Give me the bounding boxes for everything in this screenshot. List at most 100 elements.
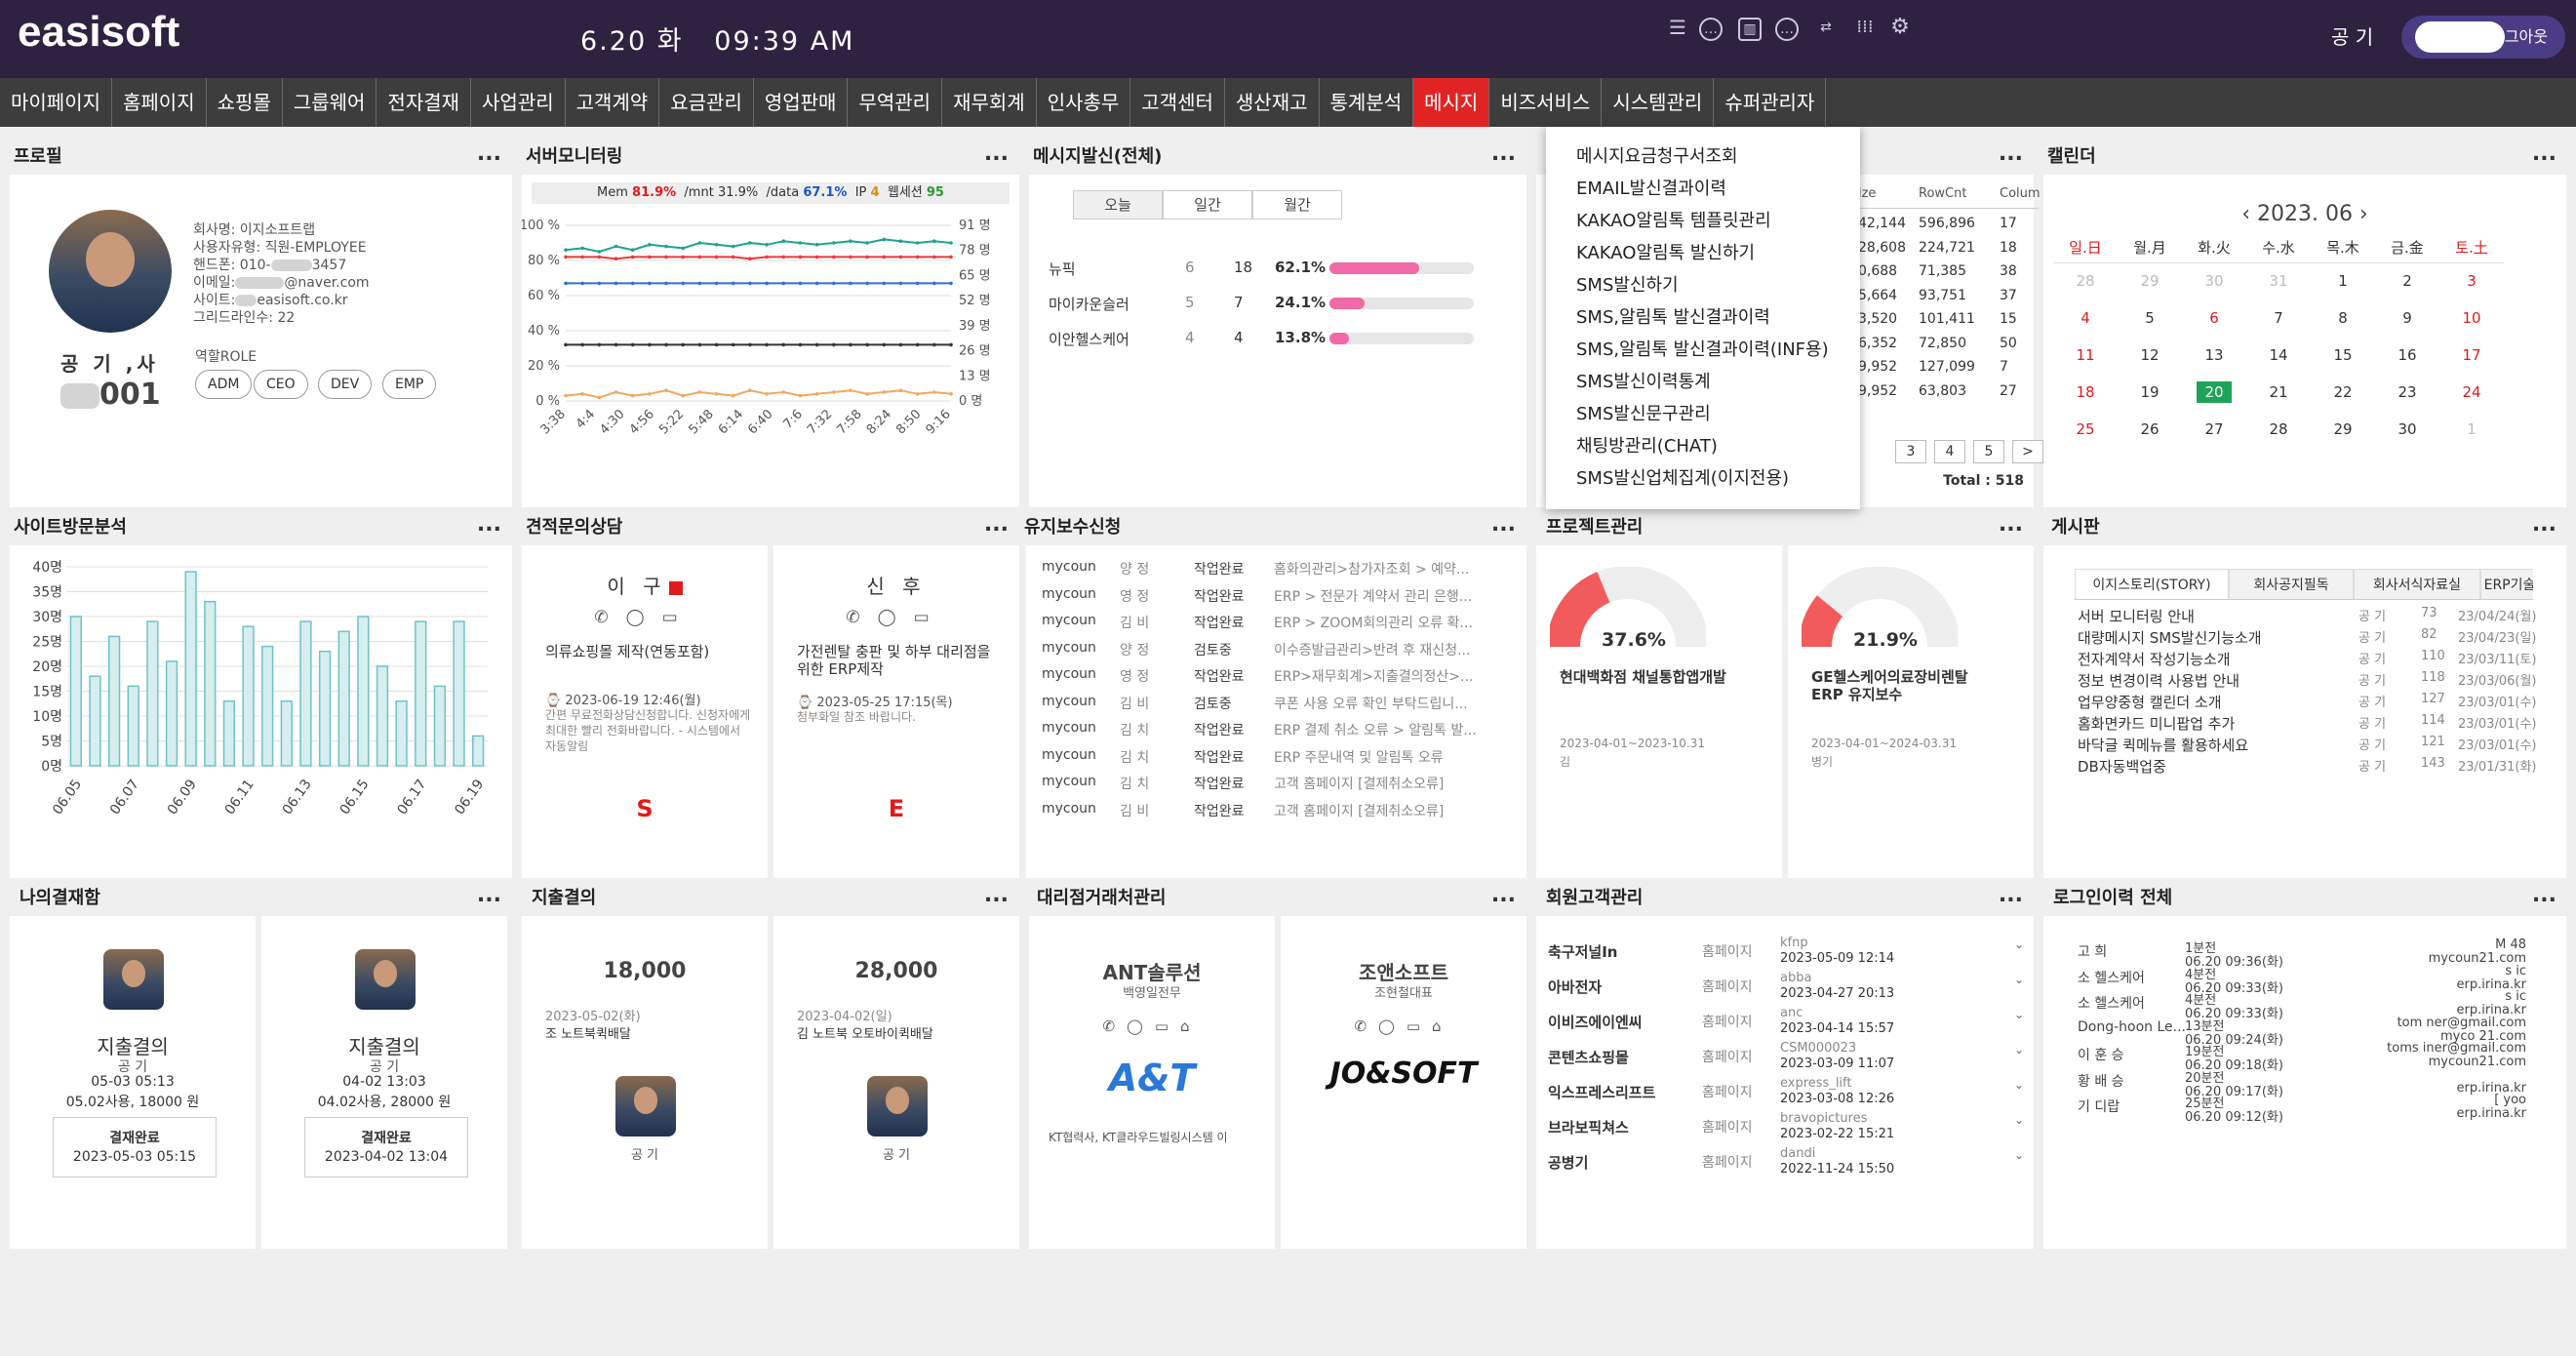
calendar-day[interactable]: 7 [2246, 299, 2311, 337]
calendar-day[interactable]: 11 [2053, 337, 2118, 374]
more-icon[interactable]: ... [477, 140, 501, 175]
member-row[interactable]: 공병기 홈페이지 dandi 2022-11-24 15:50 ⌄ [1548, 1146, 2026, 1181]
login-row[interactable]: 고 희 1분전 06.20 09:36(화) M 48 mycoun21.com [2078, 937, 2546, 970]
nav-item[interactable]: 마이페이지 [0, 78, 112, 127]
calendar-day[interactable]: 24 [2439, 374, 2504, 411]
dropdown-item[interactable]: 채팅방관리(CHAT) [1546, 430, 1860, 462]
dropdown-item[interactable]: SMS,알림톡 발신결과이력(INF용) [1546, 334, 1860, 366]
table-header[interactable]: RowCnt [1919, 186, 1966, 201]
member-row[interactable]: 아바전자 홈페이지 abba 2023-04-27 20:13 ⌄ [1548, 971, 2026, 1006]
calendar-day[interactable]: 31 [2246, 262, 2311, 299]
more-icon[interactable]: ... [1999, 881, 2023, 916]
chart-icon[interactable]: ▥ [1738, 18, 1762, 41]
more-icon[interactable]: ... [2532, 881, 2556, 916]
page-button[interactable]: 4 [1934, 440, 1965, 463]
contact-icons[interactable]: ✆◯▭ [773, 608, 1019, 627]
message-icon[interactable]: … [1775, 18, 1799, 41]
chevron-down-icon[interactable]: ⌄ [2014, 1148, 2024, 1162]
more-icon[interactable]: ... [1999, 140, 2023, 175]
nav-item[interactable]: 시스템관리 [1602, 78, 1715, 127]
calendar-day[interactable]: 30 [2182, 262, 2246, 299]
dropdown-item[interactable]: 메시지요금청구서조회 [1546, 140, 1860, 173]
more-icon[interactable]: ... [1491, 881, 1516, 916]
nav-item[interactable]: 홈페이지 [112, 78, 207, 127]
nav-item[interactable]: 사업관리 [471, 78, 566, 127]
project-card[interactable]: 37.6% 현대백화점 채널통합앱개발 2023-04-01~2023-10.31 김 [1536, 545, 1782, 878]
role-badge[interactable]: ADM [195, 370, 253, 399]
nav-item[interactable]: 쇼핑몰 [207, 78, 283, 127]
dropdown-item[interactable]: SMS,알림톡 발신결과이력 [1546, 301, 1860, 334]
transfer-icon[interactable]: ⇄ [1814, 18, 1838, 41]
board-tab[interactable]: 이지스토리(STORY) [2075, 569, 2229, 599]
expense-card[interactable]: 28,000 2023-04-02(일) 김 노트북 오토바이퀵배달 공 기 [773, 916, 1019, 1249]
nav-item[interactable]: 전자결재 [376, 78, 472, 127]
nav-item[interactable]: 비즈서비스 [1489, 78, 1603, 127]
agency-card[interactable]: 조앤소프트 조현철대표 ✆◯▭⌂ JO&SOFT [1281, 916, 1526, 1249]
approval-card[interactable]: 지출결의 공 기 05-03 05:13 05.02사용, 18000 원 결재완료 20… [10, 916, 256, 1249]
menu-icon[interactable]: ☰ [1666, 18, 1689, 41]
nav-item[interactable]: 영업판매 [754, 78, 849, 127]
member-row[interactable]: 브라보픽쳐스 홈페이지 bravopictures 2023-02-22 15:21 ⌄ [1548, 1111, 2026, 1146]
calendar-day[interactable]: 28 [2053, 262, 2118, 299]
more-icon[interactable]: ... [477, 510, 501, 545]
prev-month-icon[interactable]: ‹ [2241, 202, 2250, 226]
period-tab[interactable]: 일간 [1163, 190, 1252, 219]
calendar-day[interactable]: 27 [2182, 411, 2246, 448]
calendar-day[interactable]: 4 [2053, 299, 2118, 337]
more-icon[interactable]: ... [1491, 140, 1516, 175]
more-icon[interactable]: ... [984, 881, 1009, 916]
calendar-day[interactable]: 2 [2375, 262, 2439, 299]
more-icon[interactable]: ... [1999, 510, 2023, 545]
chevron-down-icon[interactable]: ⌄ [2014, 1043, 2024, 1057]
table-header[interactable]: ize [1858, 186, 1876, 201]
calendar-day[interactable]: 15 [2311, 337, 2375, 374]
nav-item[interactable]: 인사총무 [1037, 78, 1131, 127]
project-card[interactable]: 21.9% GE헬스케어의료장비렌탈 ERP 유지보수 2023-04-01~202… [1788, 545, 2034, 878]
dropdown-item[interactable]: KAKAO알림톡 발신하기 [1546, 237, 1860, 269]
more-icon[interactable]: ... [2532, 140, 2556, 175]
message-row[interactable]: 뉴픽 6 18 62.1% [1049, 259, 1526, 294]
nav-item[interactable]: 고객센터 [1130, 78, 1225, 127]
board-tab[interactable]: 회사공지필독 [2229, 569, 2354, 599]
calendar-day[interactable]: 3 [2439, 262, 2504, 299]
nav-item[interactable]: 통계분석 [1320, 78, 1414, 127]
calendar-day[interactable]: 14 [2246, 337, 2311, 374]
dropdown-item[interactable]: SMS발신하기 [1546, 269, 1860, 301]
calendar-day[interactable]: 20 [2182, 374, 2246, 411]
grid-icon[interactable]: ⁞⁞⁞ [1853, 18, 1877, 41]
chat-icon[interactable]: … [1699, 18, 1723, 41]
more-icon[interactable]: ... [2532, 510, 2556, 545]
nav-item[interactable]: 재무회계 [942, 78, 1037, 127]
gear-icon[interactable]: ⚙ [1888, 17, 1912, 41]
calendar-day[interactable]: 16 [2375, 337, 2439, 374]
nav-item[interactable]: 고객계약 [566, 78, 660, 127]
nav-item[interactable]: 생산재고 [1225, 78, 1320, 127]
calendar-day[interactable]: 21 [2246, 374, 2311, 411]
nav-item[interactable]: 요금관리 [659, 78, 754, 127]
member-row[interactable]: 이비즈에이엔씨 홈페이지 anc 2023-04-14 15:57 ⌄ [1548, 1006, 2026, 1041]
message-row[interactable]: 마이카운슬러 5 7 24.1% [1049, 294, 1526, 329]
logo[interactable]: easisoft [18, 8, 179, 57]
period-tab[interactable]: 오늘 [1073, 190, 1163, 219]
calendar-day[interactable]: 30 [2375, 411, 2439, 448]
calendar-day[interactable]: 29 [2311, 411, 2375, 448]
next-month-icon[interactable]: › [2359, 202, 2368, 226]
contact-icons[interactable]: ✆◯▭⌂ [1029, 1017, 1275, 1035]
agency-card[interactable]: ANT솔루션 백영일전무 ✆◯▭⌂ A&T KT협력사, KT클라우드빌링시스템 이 [1029, 916, 1275, 1249]
expense-card[interactable]: 18,000 2023-05-02(화) 조 노트북퀵배달 공 기 [522, 916, 768, 1249]
login-row[interactable]: 소 헬스케어 4분전 06.20 09:33(화) s ic erp.irina.kr [2078, 964, 2546, 996]
chevron-down-icon[interactable]: ⌄ [2014, 1008, 2024, 1021]
calendar-day[interactable]: 1 [2439, 411, 2504, 448]
user-name[interactable]: 공 기 [2331, 21, 2373, 50]
member-row[interactable]: 익스프레스리프트 홈페이지 express_lift 2023-03-08 12:26… [1548, 1076, 2026, 1111]
more-icon[interactable]: ... [984, 510, 1009, 545]
chevron-down-icon[interactable]: ⌄ [2014, 973, 2024, 986]
calendar-day[interactable]: 8 [2311, 299, 2375, 337]
calendar-day[interactable]: 1 [2311, 262, 2375, 299]
calendar-day[interactable]: 17 [2439, 337, 2504, 374]
nav-item[interactable]: 메시지 [1413, 78, 1490, 127]
calendar-day[interactable]: 22 [2311, 374, 2375, 411]
dropdown-item[interactable]: EMAIL발신결과이력 [1546, 173, 1860, 205]
role-badge[interactable]: CEO [254, 370, 308, 399]
calendar-day[interactable]: 18 [2053, 374, 2118, 411]
